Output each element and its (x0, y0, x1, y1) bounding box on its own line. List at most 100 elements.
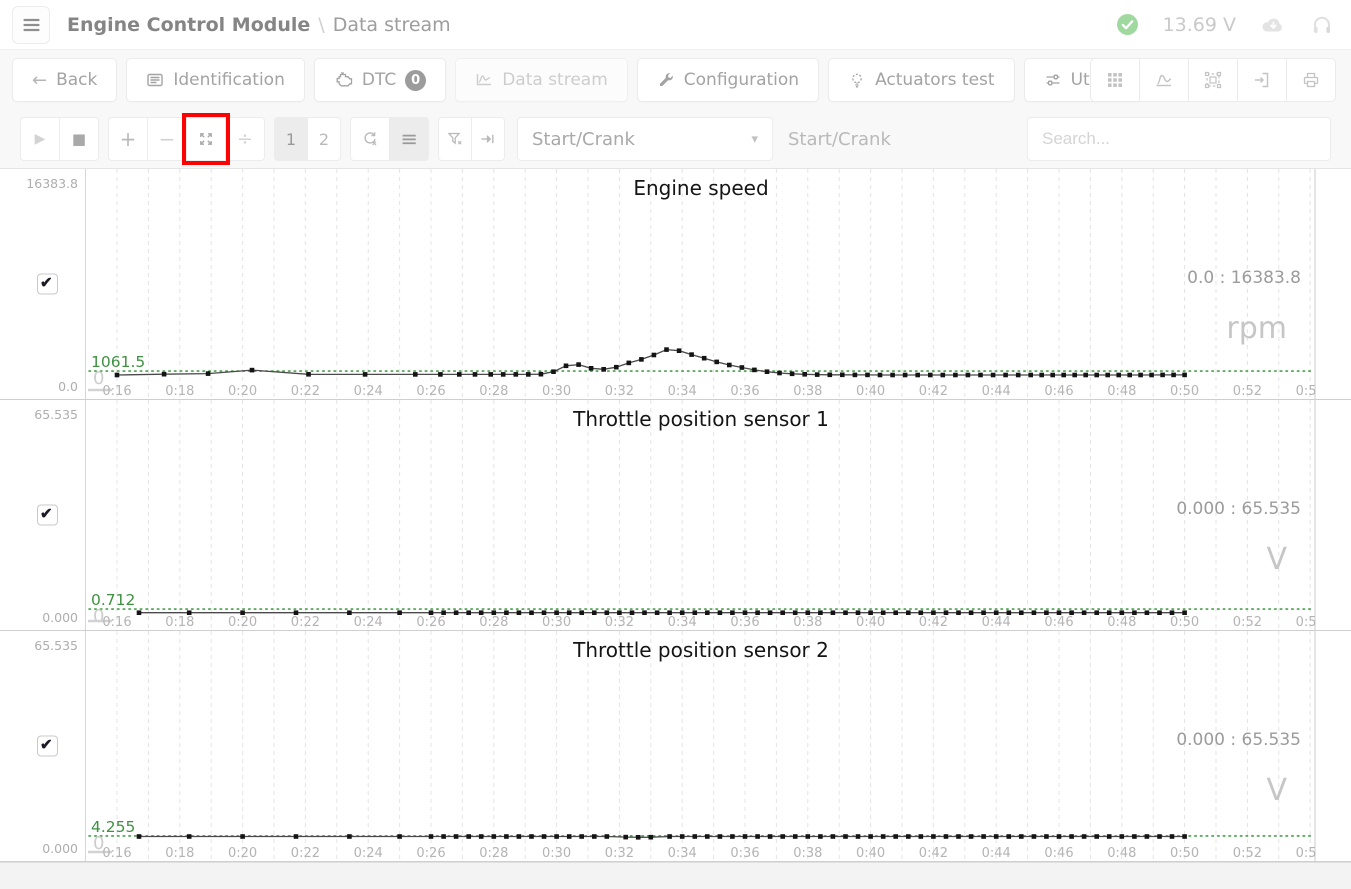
svg-text:0:42: 0:42 (919, 615, 948, 630)
back-button[interactable]: ← Back (12, 58, 117, 102)
line-chart-icon (475, 71, 493, 89)
breadcrumb-page: Data stream (333, 14, 451, 36)
y-axis-max-label: 65.535 (34, 407, 78, 422)
svg-text:0:52: 0:52 (1233, 384, 1262, 399)
svg-text:0:40: 0:40 (856, 615, 885, 630)
svg-text:0.712: 0.712 (91, 591, 135, 609)
tab-actuators-test[interactable]: Actuators test (828, 58, 1015, 102)
tab-identification[interactable]: Identification (126, 58, 304, 102)
cloud-sync-icon[interactable] (1260, 14, 1287, 35)
tab-label: Configuration (684, 70, 799, 90)
page-1-button[interactable]: 1 (274, 117, 308, 161)
grid-view-button[interactable] (1090, 58, 1140, 102)
play-button[interactable]: ▶ (20, 117, 60, 161)
chart-range-label: 0.000 : 65.535 (1176, 730, 1301, 750)
frame-view-button[interactable] (1188, 58, 1238, 102)
svg-text:0:24: 0:24 (354, 384, 383, 399)
source-static-label: Start/Crank (788, 129, 891, 150)
graph-view-button[interactable] (1139, 58, 1189, 102)
zoom-in-button[interactable]: + (108, 117, 148, 161)
y-axis-max-label: 65.535 (34, 638, 78, 653)
hamburger-icon (23, 18, 40, 32)
wrench-icon (657, 71, 675, 89)
menu-button[interactable] (12, 6, 50, 44)
export-button[interactable] (1237, 58, 1287, 102)
breadcrumb: Engine Control Module \ Data stream (67, 14, 451, 36)
channel-visible-checkbox[interactable] (37, 274, 58, 295)
chart-canvas-engine-speed[interactable]: 01061.50:160:180:200:220:240:260:280:300… (85, 169, 1351, 399)
svg-text:1061.5: 1061.5 (91, 353, 145, 371)
reset-zoom-button[interactable] (350, 117, 390, 161)
svg-text:0:34: 0:34 (668, 846, 697, 861)
stop-icon: ■ (72, 130, 86, 148)
tab-data-stream[interactable]: Data stream (455, 58, 628, 102)
breadcrumb-separator: \ (318, 14, 324, 36)
headphones-icon[interactable] (1311, 14, 1333, 36)
print-icon (1301, 70, 1321, 90)
print-button[interactable] (1286, 58, 1336, 102)
tab-label: Data stream (502, 70, 608, 90)
tab-dtc[interactable]: DTC 0 (314, 58, 446, 102)
svg-text:0:16: 0:16 (102, 615, 131, 630)
chart-svg: 01061.50:160:180:200:220:240:260:280:300… (86, 169, 1316, 399)
page-2-button[interactable]: 2 (307, 117, 341, 161)
svg-text:0:26: 0:26 (416, 615, 445, 630)
svg-text:0:30: 0:30 (542, 384, 571, 399)
svg-text:0:46: 0:46 (1044, 846, 1073, 861)
stop-button[interactable]: ■ (59, 117, 99, 161)
split-scale-button[interactable]: ÷ (225, 117, 265, 161)
svg-text:0:44: 0:44 (982, 615, 1011, 630)
grid-view-icon (1105, 70, 1125, 90)
channel-visible-checkbox[interactable] (37, 736, 58, 757)
chart-svg: 00.7120:160:180:200:220:240:260:280:300:… (86, 400, 1316, 630)
sliders-icon (1044, 71, 1062, 89)
clear-filter-button[interactable] (438, 117, 472, 161)
zoom-out-button[interactable]: − (147, 117, 187, 161)
svg-text:0:50: 0:50 (1170, 384, 1199, 399)
svg-text:0:22: 0:22 (291, 615, 320, 630)
breadcrumb-module: Engine Control Module (67, 14, 310, 36)
svg-text:0:22: 0:22 (291, 384, 320, 399)
go-to-end-button[interactable] (471, 117, 505, 161)
page-switch-group: 1 2 (274, 117, 341, 161)
search-input[interactable] (1027, 117, 1331, 161)
battery-voltage: 13.69 V (1163, 14, 1236, 36)
svg-text:0:48: 0:48 (1107, 846, 1136, 861)
export-icon (1252, 70, 1272, 90)
horizontal-scrollbar-area[interactable] (0, 862, 1351, 889)
svg-text:0:18: 0:18 (165, 846, 194, 861)
chart-canvas-tps1[interactable]: 00.7120:160:180:200:220:240:260:280:300:… (85, 400, 1351, 630)
svg-text:0:18: 0:18 (165, 615, 194, 630)
chart-canvas-tps2[interactable]: 04.2550:160:180:200:220:240:260:280:300:… (85, 631, 1351, 861)
chart-gutter: 65.535 0.000 (0, 400, 85, 630)
divide-icon: ÷ (237, 128, 253, 150)
channel-visible-checkbox[interactable] (37, 505, 58, 526)
chart-toolbar: ▶ ■ + − ÷ 1 2 ≡ Start/Crank ▾ Start/Cran… (0, 110, 1351, 168)
svg-text:0:40: 0:40 (856, 384, 885, 399)
svg-text:0:34: 0:34 (668, 615, 697, 630)
svg-text:0:36: 0:36 (730, 615, 759, 630)
svg-text:0:18: 0:18 (165, 384, 194, 399)
svg-text:0:16: 0:16 (102, 846, 131, 861)
chart-title: Throttle position sensor 1 (86, 407, 1316, 431)
svg-text:0:38: 0:38 (793, 384, 822, 399)
tab-label: DTC (362, 70, 396, 90)
svg-text:0:52: 0:52 (1233, 615, 1262, 630)
page-1-label: 1 (286, 130, 296, 149)
list-view-button[interactable]: ≡ (389, 117, 429, 161)
svg-text:0:26: 0:26 (416, 384, 445, 399)
tab-configuration[interactable]: Configuration (637, 58, 819, 102)
svg-text:0:46: 0:46 (1044, 615, 1073, 630)
svg-text:0:46: 0:46 (1044, 384, 1073, 399)
svg-text:0:16: 0:16 (102, 384, 131, 399)
y-axis-min-label: 0.0 (58, 379, 78, 394)
filter-group (438, 117, 505, 161)
chart-gutter: 16383.8 0.0 (0, 169, 85, 399)
display-mode-group: ≡ (350, 117, 429, 161)
y-axis-max-label: 16383.8 (26, 176, 78, 191)
svg-text:0:42: 0:42 (919, 846, 948, 861)
data-source-select[interactable]: Start/Crank ▾ (517, 117, 773, 161)
funnel-x-icon (446, 130, 464, 148)
svg-text:0:44: 0:44 (982, 846, 1011, 861)
fit-to-screen-button[interactable] (186, 117, 226, 161)
